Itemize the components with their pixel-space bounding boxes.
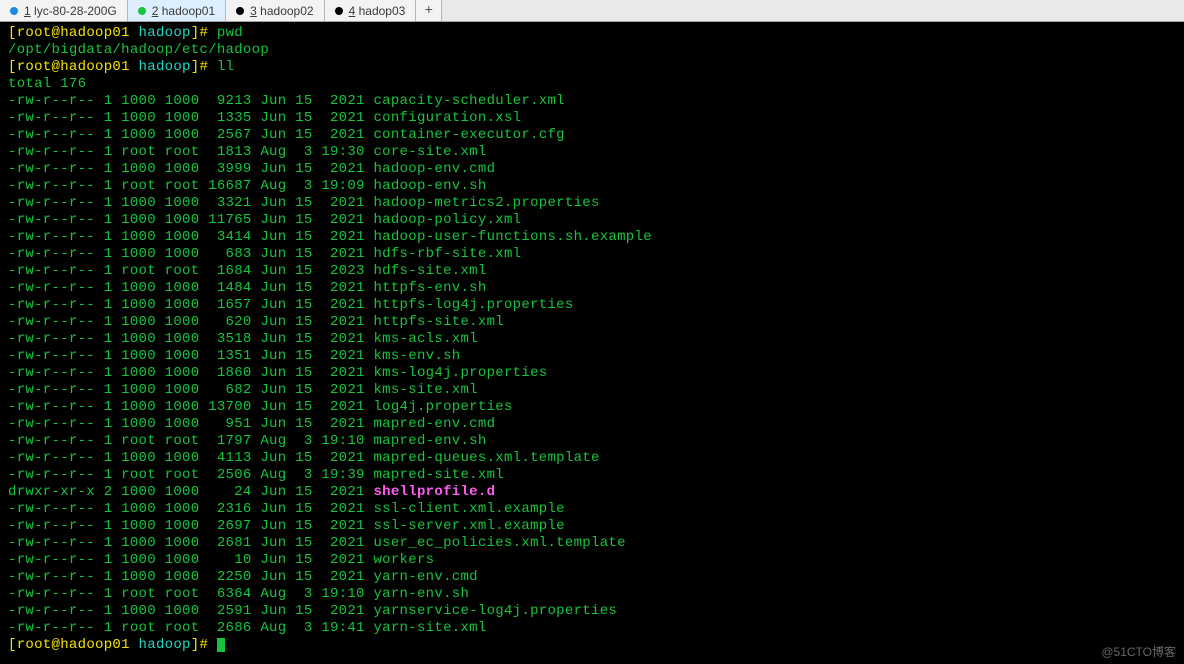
file-row: -rw-r--r-- 1 1000 1000 11765 Jun 15 2021… [8, 212, 1176, 229]
output-total: total 176 [8, 76, 1176, 93]
new-tab-button[interactable]: + [416, 0, 442, 21]
status-dot-icon [335, 7, 343, 15]
file-row: -rw-r--r-- 1 1000 1000 2250 Jun 15 2021 … [8, 569, 1176, 586]
tab-lyc-80-28-200G[interactable]: 1 lyc-80-28-200G [0, 0, 128, 21]
file-row: -rw-r--r-- 1 1000 1000 682 Jun 15 2021 k… [8, 382, 1176, 399]
file-row: -rw-r--r-- 1 1000 1000 2567 Jun 15 2021 … [8, 127, 1176, 144]
file-row: -rw-r--r-- 1 root root 2506 Aug 3 19:39 … [8, 467, 1176, 484]
tab-label: 1 lyc-80-28-200G [24, 4, 117, 18]
prompt-line[interactable]: [root@hadoop01 hadoop]# [8, 637, 1176, 654]
output-cwd: /opt/bigdata/hadoop/etc/hadoop [8, 42, 1176, 59]
file-row: -rw-r--r-- 1 1000 1000 620 Jun 15 2021 h… [8, 314, 1176, 331]
status-dot-icon [236, 7, 244, 15]
prompt-line: [root@hadoop01 hadoop]# pwd [8, 25, 1176, 42]
terminal[interactable]: [root@hadoop01 hadoop]# pwd/opt/bigdata/… [0, 22, 1184, 664]
file-row: -rw-r--r-- 1 1000 1000 3321 Jun 15 2021 … [8, 195, 1176, 212]
tab-label: 3 hadoop02 [250, 4, 313, 18]
status-dot-icon [10, 7, 18, 15]
file-row: -rw-r--r-- 1 1000 1000 1484 Jun 15 2021 … [8, 280, 1176, 297]
file-row: -rw-r--r-- 1 1000 1000 2681 Jun 15 2021 … [8, 535, 1176, 552]
file-row: -rw-r--r-- 1 1000 1000 1335 Jun 15 2021 … [8, 110, 1176, 127]
file-row: -rw-r--r-- 1 1000 1000 9213 Jun 15 2021 … [8, 93, 1176, 110]
file-row: -rw-r--r-- 1 root root 16687 Aug 3 19:09… [8, 178, 1176, 195]
file-row: -rw-r--r-- 1 root root 1684 Jun 15 2023 … [8, 263, 1176, 280]
file-row: -rw-r--r-- 1 root root 1797 Aug 3 19:10 … [8, 433, 1176, 450]
file-row: -rw-r--r-- 1 root root 6364 Aug 3 19:10 … [8, 586, 1176, 603]
tab-label: 2 hadoop01 [152, 4, 215, 18]
file-row: drwxr-xr-x 2 1000 1000 24 Jun 15 2021 sh… [8, 484, 1176, 501]
file-row: -rw-r--r-- 1 1000 1000 2316 Jun 15 2021 … [8, 501, 1176, 518]
tab-hadoop02[interactable]: 3 hadoop02 [226, 0, 324, 21]
file-row: -rw-r--r-- 1 1000 1000 1860 Jun 15 2021 … [8, 365, 1176, 382]
file-row: -rw-r--r-- 1 1000 1000 951 Jun 15 2021 m… [8, 416, 1176, 433]
file-row: -rw-r--r-- 1 root root 2686 Aug 3 19:41 … [8, 620, 1176, 637]
file-row: -rw-r--r-- 1 1000 1000 2697 Jun 15 2021 … [8, 518, 1176, 535]
file-row: -rw-r--r-- 1 1000 1000 3999 Jun 15 2021 … [8, 161, 1176, 178]
watermark: @51CTO博客 [1101, 643, 1176, 660]
tab-bar: 1 lyc-80-28-200G 2 hadoop01 3 hadoop02 4 ha… [0, 0, 1184, 22]
tab-hadoop01[interactable]: 2 hadoop01 [128, 0, 226, 21]
tab-label: 4 hadop03 [349, 4, 406, 18]
file-row: -rw-r--r-- 1 1000 1000 2591 Jun 15 2021 … [8, 603, 1176, 620]
cursor-icon [217, 638, 225, 652]
tab-hadop03[interactable]: 4 hadop03 [325, 0, 417, 21]
file-row: -rw-r--r-- 1 1000 1000 3518 Jun 15 2021 … [8, 331, 1176, 348]
file-row: -rw-r--r-- 1 1000 1000 10 Jun 15 2021 wo… [8, 552, 1176, 569]
file-row: -rw-r--r-- 1 1000 1000 1351 Jun 15 2021 … [8, 348, 1176, 365]
file-row: -rw-r--r-- 1 1000 1000 4113 Jun 15 2021 … [8, 450, 1176, 467]
file-row: -rw-r--r-- 1 1000 1000 1657 Jun 15 2021 … [8, 297, 1176, 314]
file-row: -rw-r--r-- 1 1000 1000 683 Jun 15 2021 h… [8, 246, 1176, 263]
file-row: -rw-r--r-- 1 1000 1000 13700 Jun 15 2021… [8, 399, 1176, 416]
status-dot-icon [138, 7, 146, 15]
file-row: -rw-r--r-- 1 1000 1000 3414 Jun 15 2021 … [8, 229, 1176, 246]
file-row: -rw-r--r-- 1 root root 1813 Aug 3 19:30 … [8, 144, 1176, 161]
prompt-line: [root@hadoop01 hadoop]# ll [8, 59, 1176, 76]
